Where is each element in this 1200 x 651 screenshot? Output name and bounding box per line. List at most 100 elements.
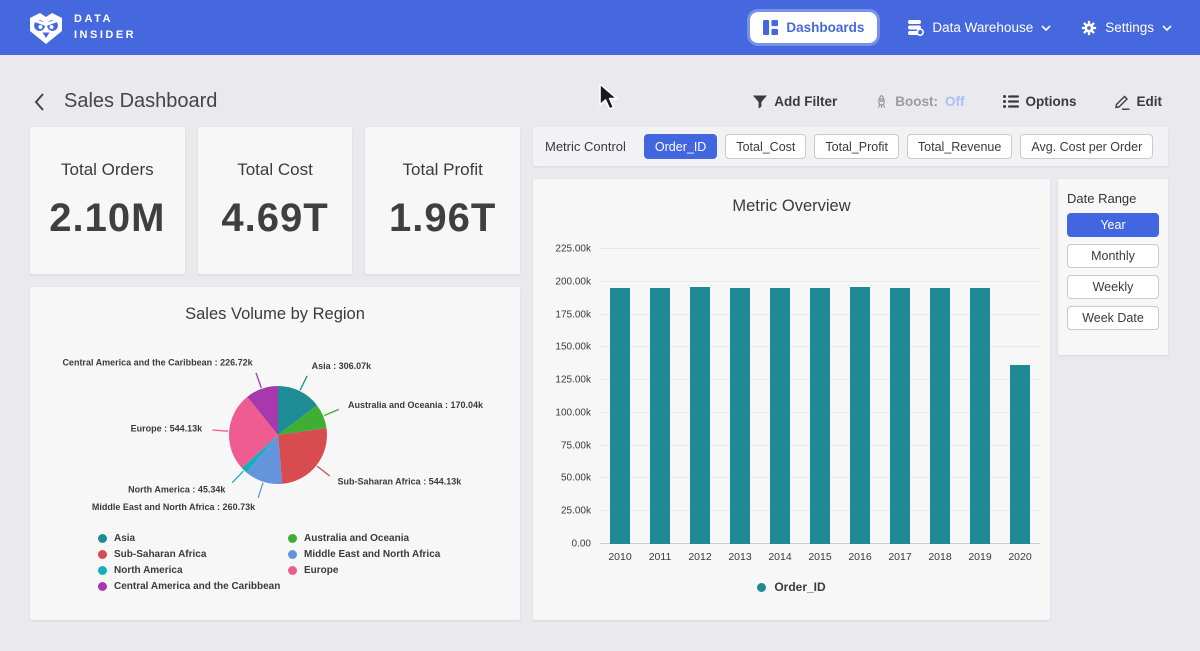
bar-column-2010: 2010 <box>600 249 640 544</box>
filter-funnel-icon <box>753 95 767 109</box>
list-options-icon <box>1003 95 1019 108</box>
chevron-down-icon <box>1041 25 1051 31</box>
x-tick-label: 2016 <box>848 551 871 563</box>
y-tick-label: 0.00 <box>572 539 591 550</box>
legend-dot <box>288 550 297 559</box>
bar-2016[interactable] <box>850 287 870 545</box>
kpi-label: Total Cost <box>237 160 313 180</box>
metric-button-order-id[interactable]: Order_ID <box>644 134 717 159</box>
y-tick-label: 175.00k <box>555 309 591 320</box>
kpi-card-total-orders: Total Orders2.10M <box>30 127 185 274</box>
kpi-card-total-profit: Total Profit1.96T <box>365 127 520 274</box>
pie-legend-column-1: Asia Sub-Saharan Africa North America Centr… <box>98 533 280 592</box>
metric-control-buttons: Order_ID Total_Cost Total_Profit Total_Reve… <box>644 134 1153 159</box>
kpi-card-total-cost: Total Cost4.69T <box>198 127 353 274</box>
metric-control-label: Metric Control <box>545 139 626 154</box>
logo-text: DATA INSIDER <box>74 12 136 44</box>
boost-label: Boost: <box>895 94 938 109</box>
x-tick-label: 2018 <box>928 551 951 563</box>
legend-dot <box>288 566 297 575</box>
chevron-down-icon <box>1162 25 1172 31</box>
pie-slice-sub-saharan-africa[interactable] <box>278 428 327 484</box>
legend-dot <box>98 566 107 575</box>
date-range-button-year[interactable]: Year <box>1067 213 1159 237</box>
data-warehouse-menu[interactable]: Data Warehouse <box>907 19 1051 36</box>
pie-legend-item-middle-east-and-north-africa[interactable]: Middle East and North Africa <box>288 549 440 560</box>
legend-label: Europe <box>304 565 338 576</box>
y-tick-label: 225.00k <box>555 244 591 255</box>
bar-2019[interactable] <box>970 288 990 544</box>
bar-2011[interactable] <box>650 288 670 544</box>
date-range-panel: Date Range YearMonthlyWeeklyWeek Date <box>1058 179 1168 355</box>
bar-2012[interactable] <box>690 287 710 544</box>
pie-label-europe: Europe : 544.13k <box>131 424 204 434</box>
bar-2017[interactable] <box>890 288 910 544</box>
x-tick-label: 2013 <box>728 551 751 563</box>
bar-column-2015: 2015 <box>800 249 840 544</box>
bar-2015[interactable] <box>810 288 830 544</box>
pie-leader-line <box>256 373 261 388</box>
legend-dot <box>98 550 107 559</box>
header-actions: Add Filter Boost: Off Options Ed <box>747 93 1168 111</box>
pie-legend-item-central-america-and-the-caribbean[interactable]: Central America and the Caribbean <box>98 581 280 592</box>
bar-column-2017: 2017 <box>880 249 920 544</box>
date-range-button-monthly[interactable]: Monthly <box>1067 244 1159 268</box>
legend-label: North America <box>114 565 183 576</box>
owl-logo-icon <box>28 11 64 45</box>
bar-column-2014: 2014 <box>760 249 800 544</box>
pie-label-central-america-and-the-caribbean: Central America and the Caribbean : 226.… <box>62 358 253 368</box>
bar-column-2011: 2011 <box>640 249 680 544</box>
logo-line-2: INSIDER <box>74 28 136 44</box>
date-range-button-weekly[interactable]: Weekly <box>1067 275 1159 299</box>
bar-chart-legend[interactable]: Order_ID <box>533 580 1050 594</box>
bar-column-2019: 2019 <box>960 249 1000 544</box>
legend-label: Middle East and North Africa <box>304 549 440 560</box>
add-filter-button[interactable]: Add Filter <box>747 93 843 110</box>
options-button[interactable]: Options <box>997 93 1083 110</box>
date-range-button-week-date[interactable]: Week Date <box>1067 306 1159 330</box>
pie-legend-column-2: Australia and Oceania Middle East and Nor… <box>288 533 440 576</box>
legend-label: Sub-Saharan Africa <box>114 549 206 560</box>
pie-legend-item-sub-saharan-africa[interactable]: Sub-Saharan Africa <box>98 549 280 560</box>
top-navbar: DATA INSIDER Dashboards Data Warehouse <box>0 0 1200 55</box>
bar-plot: 0.0025.00k50.00k75.00k100.00k125.00k150.… <box>600 249 1040 544</box>
metric-button-total-revenue[interactable]: Total_Revenue <box>907 134 1012 159</box>
pie-legend-item-north-america[interactable]: North America <box>98 565 280 576</box>
bar-2014[interactable] <box>770 288 790 544</box>
legend-label: Central America and the Caribbean <box>114 581 280 592</box>
pie-label-asia: Asia : 306.07k <box>312 361 373 371</box>
kpi-value: 2.10M <box>49 196 165 241</box>
pie-leader-line <box>258 483 263 498</box>
metric-button-total-cost[interactable]: Total_Cost <box>725 134 806 159</box>
database-icon <box>907 19 924 36</box>
pie-legend-item-australia-and-oceania[interactable]: Australia and Oceania <box>288 533 440 544</box>
pie-legend-item-asia[interactable]: Asia <box>98 533 280 544</box>
bar-2020[interactable] <box>1010 365 1030 544</box>
legend-dot <box>98 534 107 543</box>
bar-column-2016: 2016 <box>840 249 880 544</box>
metric-button-total-profit[interactable]: Total_Profit <box>814 134 899 159</box>
pie-legend-item-europe[interactable]: Europe <box>288 565 440 576</box>
back-button[interactable] <box>28 92 50 112</box>
pie-label-middle-east-and-north-africa: Middle East and North Africa : 260.73k <box>92 502 256 512</box>
y-tick-label: 75.00k <box>561 440 591 451</box>
dashboards-button[interactable]: Dashboards <box>750 12 877 43</box>
legend-dot <box>98 582 107 591</box>
pie-label-sub-saharan-africa: Sub-Saharan Africa : 544.13k <box>338 477 463 487</box>
settings-menu[interactable]: Settings <box>1081 20 1172 36</box>
boost-value: Off <box>945 94 965 109</box>
x-tick-label: 2017 <box>888 551 911 563</box>
y-tick-label: 150.00k <box>555 342 591 353</box>
boost-toggle[interactable]: Boost: Off <box>869 93 970 111</box>
bar-2010[interactable] <box>610 288 630 544</box>
legend-label: Asia <box>114 533 135 544</box>
edit-button[interactable]: Edit <box>1109 93 1169 111</box>
date-range-buttons: Year Monthly Weekly Week Date <box>1067 213 1159 330</box>
metric-button-avg-cost-per-order[interactable]: Avg. Cost per Order <box>1020 134 1153 159</box>
bar-2018[interactable] <box>930 288 950 544</box>
y-tick-label: 125.00k <box>555 375 591 386</box>
bar-2013[interactable] <box>730 288 750 544</box>
metric-control-panel: Metric Control Order_ID Total_Cost Total_P… <box>533 127 1168 166</box>
kpi-value: 1.96T <box>389 196 496 241</box>
app-logo[interactable]: DATA INSIDER <box>28 11 136 45</box>
